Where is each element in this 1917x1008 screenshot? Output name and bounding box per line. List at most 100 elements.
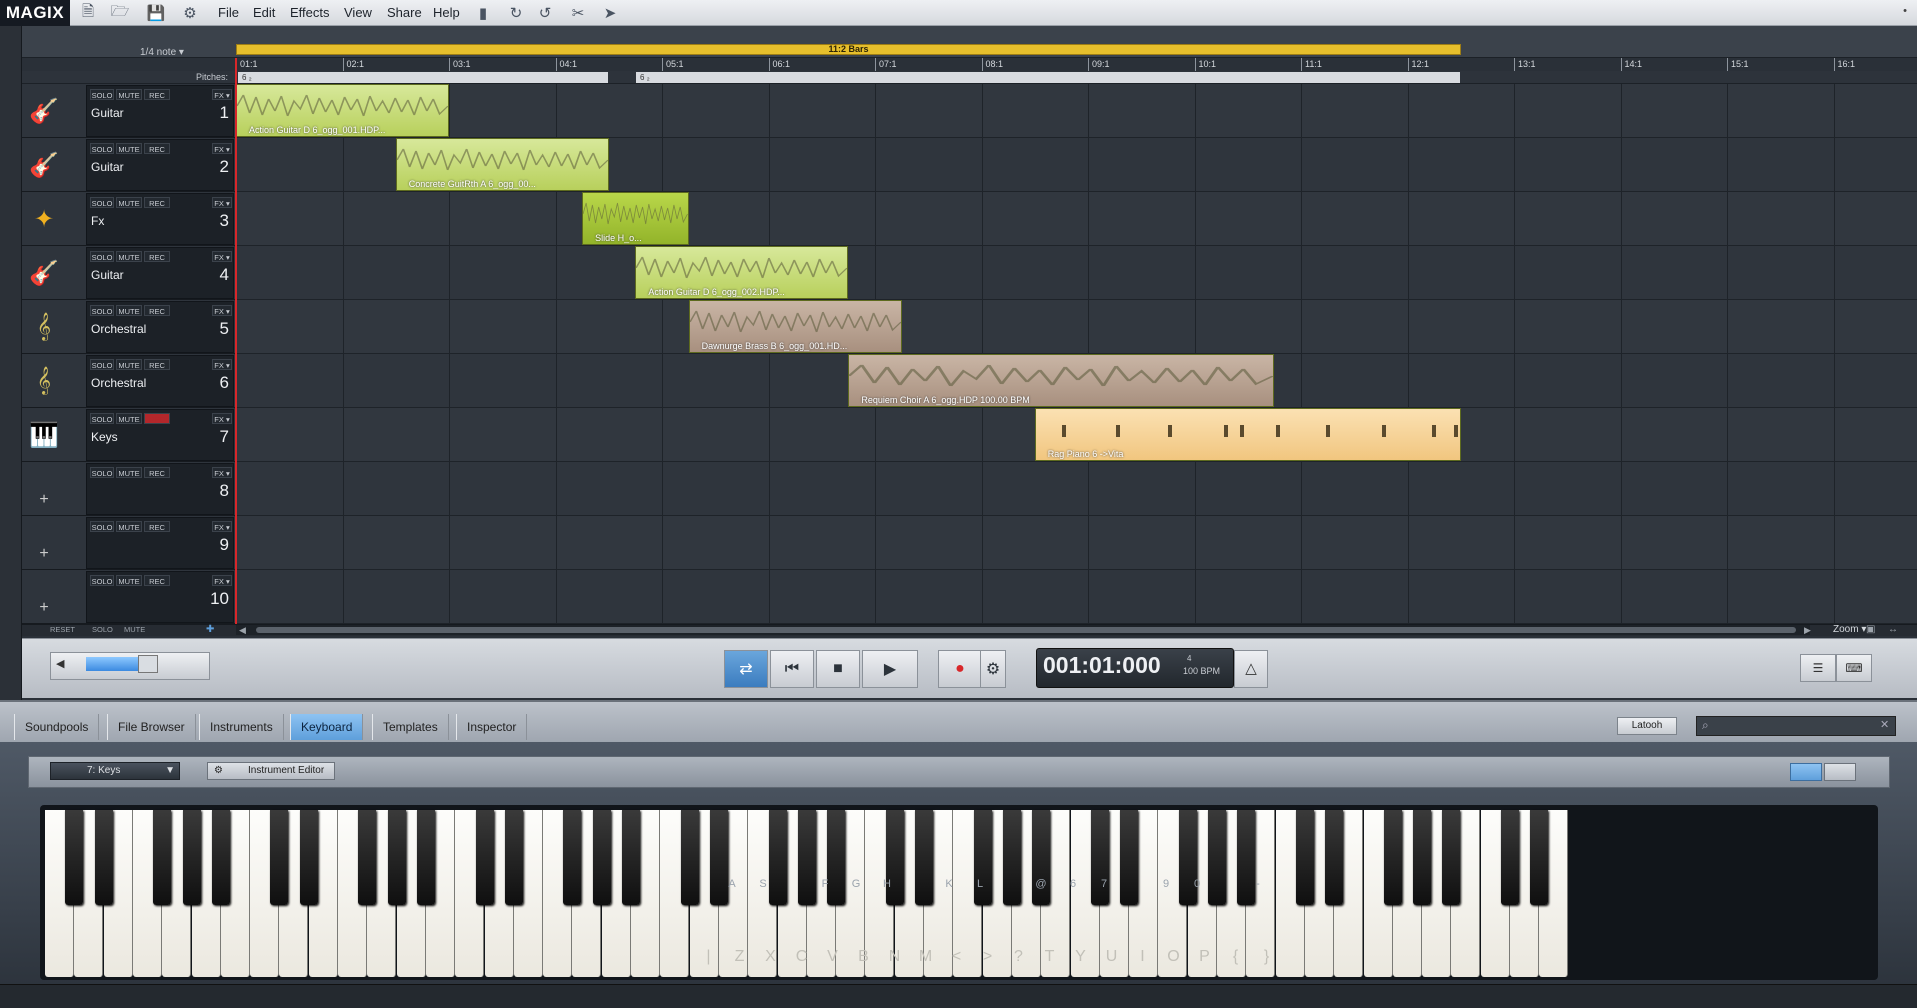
playhead[interactable] bbox=[235, 58, 237, 628]
settings-icon[interactable]: ⚙ bbox=[180, 3, 200, 23]
track-panel[interactable]: SOLO MUTE REC FX ▾ Guitar 4 bbox=[86, 247, 234, 299]
track-name[interactable]: Guitar bbox=[91, 268, 124, 282]
fx-button[interactable]: FX ▾ bbox=[212, 251, 232, 262]
fx-button[interactable]: FX ▾ bbox=[212, 413, 232, 424]
scissors-icon[interactable]: ✂ bbox=[568, 3, 588, 23]
expand-icon[interactable]: ↔ bbox=[1888, 625, 1898, 635]
scrollbar-thumb[interactable] bbox=[256, 627, 1796, 633]
fx-button[interactable]: FX ▾ bbox=[212, 521, 232, 532]
tab-file-browser[interactable]: File Browser bbox=[107, 714, 196, 740]
black-key[interactable] bbox=[299, 810, 318, 905]
save-icon[interactable]: 💾 bbox=[146, 3, 166, 23]
tab-keyboard[interactable]: Keyboard bbox=[290, 714, 364, 740]
track-name[interactable]: Orchestral bbox=[91, 322, 146, 336]
mute-button[interactable]: MUTE bbox=[116, 143, 142, 154]
metronome-icon[interactable]: △ bbox=[1234, 650, 1268, 688]
mute-button[interactable]: MUTE bbox=[116, 413, 142, 424]
piano-view-button[interactable] bbox=[1790, 763, 1822, 781]
clear-search-icon[interactable]: ✕ bbox=[1880, 718, 1889, 731]
mute-button[interactable]: MUTE bbox=[116, 359, 142, 370]
mute-all-button[interactable]: MUTE bbox=[124, 625, 145, 635]
track-lane[interactable] bbox=[236, 246, 1917, 300]
solo-button[interactable]: SOLO bbox=[90, 521, 114, 532]
mixer-icon[interactable]: ☰ bbox=[1800, 654, 1836, 682]
add-track-icon[interactable]: ✚ bbox=[206, 625, 214, 635]
track-panel[interactable]: SOLO MUTE REC FX ▾ 8 bbox=[86, 463, 234, 515]
rec-button[interactable]: REC bbox=[144, 575, 170, 586]
track-panel[interactable]: SOLO MUTE REC FX ▾ 10 bbox=[86, 571, 234, 623]
black-key[interactable] bbox=[592, 810, 611, 905]
audio-clip[interactable]: Dawnurge Brass B 6_ogg_001.HD... bbox=[688, 300, 902, 353]
add-icon[interactable]: + bbox=[24, 517, 64, 569]
play-button[interactable]: ▶ bbox=[862, 650, 918, 688]
menu-help[interactable]: Help bbox=[429, 0, 464, 26]
track-panel[interactable]: SOLO MUTE REC FX ▾ Guitar 1 bbox=[86, 85, 234, 137]
open-folder-icon[interactable]: 🗁 bbox=[110, 3, 130, 23]
orchestral-icon[interactable]: 𝄞 bbox=[24, 355, 64, 407]
solo-button[interactable]: SOLO bbox=[90, 305, 114, 316]
mute-button[interactable]: MUTE bbox=[116, 305, 142, 316]
fx-button[interactable]: FX ▾ bbox=[212, 467, 232, 478]
volume-slider[interactable] bbox=[138, 655, 158, 673]
black-key[interactable] bbox=[1090, 810, 1109, 905]
black-key[interactable] bbox=[1032, 810, 1051, 905]
keyboard-view-icon[interactable]: ⌨ bbox=[1836, 654, 1872, 682]
volume-left-icon[interactable]: ◀ bbox=[56, 657, 64, 670]
black-key[interactable] bbox=[915, 810, 933, 905]
track-panel[interactable]: SOLO MUTE REC FX ▾ Keys 7 bbox=[86, 409, 234, 461]
add-icon[interactable]: + bbox=[24, 571, 64, 623]
track-panel[interactable]: SOLO MUTE REC FX ▾ Guitar 2 bbox=[86, 139, 234, 191]
black-key[interactable] bbox=[475, 810, 494, 905]
solo-button[interactable]: SOLO bbox=[90, 359, 114, 370]
black-key[interactable] bbox=[680, 810, 699, 905]
audio-clip[interactable]: Rag Piano 6 ->Vita bbox=[1034, 408, 1461, 461]
black-key[interactable] bbox=[797, 810, 816, 905]
mute-button[interactable]: MUTE bbox=[116, 197, 142, 208]
record-button[interactable]: ● bbox=[938, 650, 982, 688]
add-icon[interactable]: + bbox=[24, 463, 64, 515]
mute-button[interactable]: MUTE bbox=[116, 521, 142, 532]
track-panel[interactable]: SOLO MUTE REC FX ▾ Orchestral 5 bbox=[86, 301, 234, 353]
rec-button[interactable]: REC bbox=[144, 359, 170, 370]
quantize-select[interactable]: 1/4 note ▾ bbox=[140, 47, 184, 58]
black-key[interactable] bbox=[768, 810, 787, 905]
black-key[interactable] bbox=[563, 810, 582, 905]
menu-edit[interactable]: Edit bbox=[249, 0, 279, 26]
black-key[interactable] bbox=[270, 810, 289, 905]
black-key[interactable] bbox=[1383, 810, 1402, 905]
scroll-right-icon[interactable]: ▶ bbox=[1804, 625, 1811, 635]
fx-button[interactable]: FX ▾ bbox=[212, 89, 232, 100]
black-key[interactable] bbox=[1178, 810, 1197, 905]
black-key[interactable] bbox=[358, 810, 377, 905]
menu-effects[interactable]: Effects bbox=[286, 0, 334, 26]
fx-button[interactable]: FX ▾ bbox=[212, 197, 232, 208]
black-key[interactable] bbox=[885, 810, 904, 905]
fx-button[interactable]: FX ▾ bbox=[212, 143, 232, 154]
search-input[interactable] bbox=[1696, 716, 1896, 736]
black-key[interactable] bbox=[973, 810, 992, 905]
fx-button[interactable]: FX ▾ bbox=[212, 575, 232, 586]
track-name[interactable]: Guitar bbox=[91, 160, 124, 174]
rec-button[interactable]: REC bbox=[144, 251, 170, 262]
tab-soundpools[interactable]: Soundpools bbox=[14, 714, 100, 740]
black-key[interactable] bbox=[1501, 810, 1519, 905]
black-key[interactable] bbox=[1295, 810, 1314, 905]
rec-button[interactable]: REC bbox=[144, 305, 170, 316]
track-lane[interactable] bbox=[236, 462, 1917, 516]
mute-button[interactable]: MUTE bbox=[116, 575, 142, 586]
black-key[interactable] bbox=[622, 810, 640, 905]
track-name[interactable]: Fx bbox=[91, 214, 104, 228]
black-key[interactable] bbox=[211, 810, 230, 905]
black-key[interactable] bbox=[416, 810, 435, 905]
track-panel[interactable]: SOLO MUTE REC FX ▾ 9 bbox=[86, 517, 234, 569]
solo-button[interactable]: SOLO bbox=[90, 251, 114, 262]
scroll-left-icon[interactable]: ◀ bbox=[239, 625, 246, 635]
black-key[interactable] bbox=[504, 810, 523, 905]
audio-clip[interactable]: Action Guitar D 6_ogg_002.HDP... bbox=[635, 246, 849, 299]
track-panel[interactable]: SOLO MUTE REC FX ▾ Orchestral 6 bbox=[86, 355, 234, 407]
solo-button[interactable]: SOLO bbox=[90, 197, 114, 208]
black-key[interactable] bbox=[1002, 810, 1021, 905]
audio-clip[interactable]: Action Guitar D 6_ogg_001.HDP... bbox=[236, 84, 449, 137]
black-key[interactable] bbox=[387, 810, 406, 905]
fx-button[interactable]: FX ▾ bbox=[212, 305, 232, 316]
